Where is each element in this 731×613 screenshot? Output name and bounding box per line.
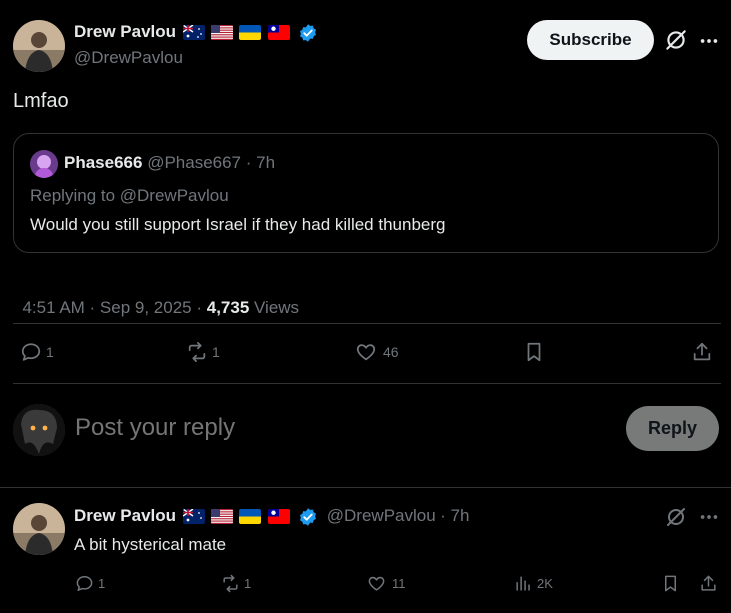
reply-author-avatar[interactable] xyxy=(13,503,65,555)
current-user-avatar[interactable] xyxy=(13,404,65,456)
like-count: 46 xyxy=(383,344,399,360)
share-action[interactable] xyxy=(691,341,713,363)
reply-views-count: 2K xyxy=(537,576,553,591)
reply-text: A bit hysterical mate xyxy=(74,535,227,554)
more-options-icon[interactable] xyxy=(698,30,720,52)
analytics-icon xyxy=(516,576,530,591)
grok-icon[interactable] xyxy=(663,27,689,53)
quote-replying-to: Replying to @DrewPavlou xyxy=(30,186,229,205)
repost-icon xyxy=(188,341,206,363)
bookmark-action[interactable] xyxy=(523,341,545,363)
reply-input[interactable] xyxy=(75,410,595,446)
author-avatar[interactable] xyxy=(13,20,65,72)
usa-flag-icon xyxy=(210,25,233,41)
subscribe-button[interactable]: Subscribe xyxy=(527,20,654,60)
quote-time: · 7h xyxy=(245,153,276,172)
heart-icon xyxy=(368,576,385,591)
like-action[interactable]: 46 xyxy=(355,341,399,363)
repost-count: 1 xyxy=(212,344,220,360)
verified-badge-icon[interactable] xyxy=(298,507,318,527)
reply-icon xyxy=(21,343,41,361)
author-handle[interactable]: @DrewPavlou xyxy=(74,48,183,68)
quoted-post[interactable]: Phase666 @Phase667 · 7h Replying to @Dre… xyxy=(13,133,719,253)
subscribe-label: Subscribe xyxy=(549,30,632,49)
repost-action[interactable]: 1 xyxy=(186,341,220,363)
reply-bookmark-action[interactable] xyxy=(661,574,680,593)
divider xyxy=(13,383,721,384)
australia-flag-icon xyxy=(182,25,205,41)
reply-count: 1 xyxy=(46,344,54,360)
taiwan-flag-icon xyxy=(267,25,290,41)
share-icon xyxy=(701,575,716,591)
taiwan-flag-icon xyxy=(267,509,290,525)
divider xyxy=(0,487,731,488)
reply-reply-action[interactable]: 1 xyxy=(75,574,105,593)
bookmark-icon xyxy=(664,575,677,592)
reply-like-count: 11 xyxy=(392,576,406,591)
heart-icon xyxy=(356,344,376,361)
views-label: Views xyxy=(249,298,300,317)
divider xyxy=(13,323,721,324)
views-count: 4,735 xyxy=(206,298,250,317)
share-icon xyxy=(693,342,711,361)
author-name[interactable]: Drew Pavlou xyxy=(74,22,176,41)
reply-button-label: Reply xyxy=(647,418,698,438)
reply-icon xyxy=(76,576,93,591)
repost-icon xyxy=(223,574,238,593)
quote-author-avatar xyxy=(30,150,58,178)
reply-share-action[interactable] xyxy=(699,574,718,593)
quote-author-handle: @Phase667 xyxy=(147,153,242,172)
verified-badge-icon[interactable] xyxy=(298,23,318,43)
ukraine-flag-icon xyxy=(239,509,262,525)
bookmark-icon xyxy=(527,342,541,362)
reply-like-action[interactable]: 11 xyxy=(367,574,406,593)
post-timestamp[interactable]: 4:51 AM · Sep 9, 2025 · xyxy=(22,298,206,317)
reply-reply-count: 1 xyxy=(98,576,106,591)
reply-time[interactable]: · 7h xyxy=(440,506,469,525)
reply-repost-count: 1 xyxy=(244,576,252,591)
reply-button[interactable]: Reply xyxy=(626,406,719,451)
post-text: Lmfao xyxy=(13,90,69,112)
reply-author-name[interactable]: Drew Pavlou xyxy=(74,506,176,525)
ukraine-flag-icon xyxy=(239,25,262,41)
more-options-icon[interactable] xyxy=(698,506,720,528)
grok-icon[interactable] xyxy=(664,505,688,529)
reply-author-handle[interactable]: @DrewPavlou xyxy=(327,506,436,525)
reply-action[interactable]: 1 xyxy=(20,341,54,363)
quote-author-name: Phase666 xyxy=(64,153,143,172)
usa-flag-icon xyxy=(210,509,233,525)
quote-text: Would you still support Israel if they h… xyxy=(30,215,446,234)
reply-views-action[interactable]: 2K xyxy=(514,574,553,593)
australia-flag-icon xyxy=(182,509,205,525)
reply-repost-action[interactable]: 1 xyxy=(221,574,251,593)
